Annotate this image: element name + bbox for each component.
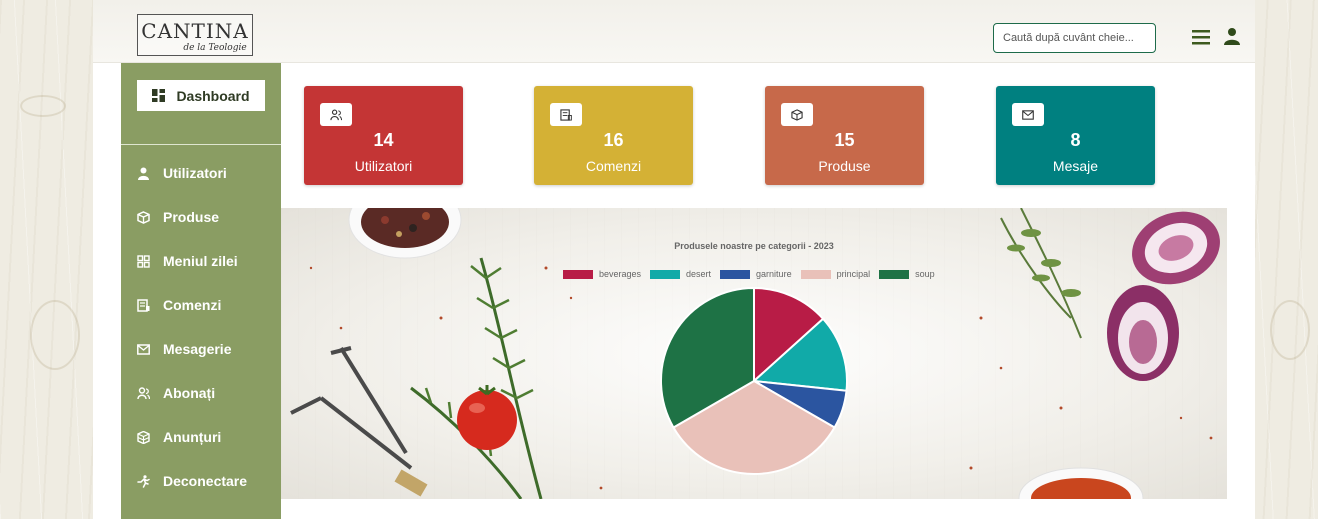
users-icon xyxy=(137,386,150,399)
stat-label: Mesaje xyxy=(1052,158,1099,174)
dashboard-label: Dashboard xyxy=(176,87,250,104)
pie-chart[interactable] xyxy=(281,208,1227,499)
running-icon xyxy=(137,474,150,488)
stat-count: 16 xyxy=(603,130,624,150)
sidebar: Dashboard Utilizatori Produse Meniul zil… xyxy=(121,63,281,519)
box-icon xyxy=(137,210,150,224)
menu-icon[interactable] xyxy=(1192,28,1210,46)
receipt-icon xyxy=(137,298,150,312)
stat-count: 8 xyxy=(1070,130,1081,150)
stat-card-produse[interactable]: 15 Produse xyxy=(765,86,924,185)
logo-title: CANTINA xyxy=(141,19,249,43)
wood-knot xyxy=(20,95,66,117)
sidebar-item-meniul-zilei[interactable]: Meniul zilei xyxy=(137,249,238,273)
cantina-logo[interactable]: CANTINA de la Teologie xyxy=(137,14,253,56)
stat-label: Utilizatori xyxy=(354,158,413,174)
sidebar-item-label: Deconectare xyxy=(163,473,248,489)
envelope-icon xyxy=(137,343,150,355)
wood-knot xyxy=(1270,300,1310,360)
grid-icon xyxy=(137,254,150,268)
chart-banner: Produsele noastre pe categorii - 2023 be… xyxy=(281,208,1227,499)
sidebar-item-mesagerie[interactable]: Mesagerie xyxy=(137,337,231,361)
user-icon[interactable] xyxy=(1223,27,1241,45)
sidebar-item-label: Comenzi xyxy=(163,297,222,313)
user-icon xyxy=(138,167,149,180)
sidebar-item-label: Utilizatori xyxy=(163,165,227,181)
top-header: CANTINA de la Teologie xyxy=(93,0,1255,63)
users-icon xyxy=(320,103,352,126)
wood-knot xyxy=(30,300,80,370)
sidebar-item-label: Abonați xyxy=(163,385,216,401)
dashboard-icon xyxy=(152,89,166,102)
sidebar-divider xyxy=(121,144,281,145)
envelope-icon xyxy=(1012,103,1044,126)
search-input[interactable] xyxy=(993,23,1156,53)
stat-count: 15 xyxy=(834,130,855,150)
dashboard-button[interactable]: Dashboard xyxy=(137,80,265,111)
receipt-icon xyxy=(550,103,582,126)
sidebar-item-label: Meniul zilei xyxy=(163,253,238,269)
box-icon xyxy=(781,103,813,126)
stat-count: 14 xyxy=(373,130,394,150)
stat-card-mesaje[interactable]: 8 Mesaje xyxy=(996,86,1155,185)
stat-card-utilizatori[interactable]: 14 Utilizatori xyxy=(304,86,463,185)
boxes-icon xyxy=(137,430,150,444)
sidebar-item-label: Anunțuri xyxy=(163,429,222,445)
sidebar-item-anunturi[interactable]: Anunțuri xyxy=(137,425,221,449)
dashboard-page: CANTINA de la Teologie Dashboard xyxy=(93,0,1255,519)
sidebar-item-label: Produse xyxy=(163,209,220,225)
sidebar-item-utilizatori[interactable]: Utilizatori xyxy=(137,161,227,185)
logo-subtitle: de la Teologie xyxy=(183,43,247,53)
sidebar-item-deconectare[interactable]: Deconectare xyxy=(137,469,247,493)
stat-card-comenzi[interactable]: 16 Comenzi xyxy=(534,86,693,185)
stat-label: Comenzi xyxy=(585,158,642,174)
stat-label: Produse xyxy=(818,158,871,174)
sidebar-item-produse[interactable]: Produse xyxy=(137,205,219,229)
sidebar-item-abonati[interactable]: Abonați xyxy=(137,381,215,405)
sidebar-item-label: Mesagerie xyxy=(163,341,232,357)
sidebar-item-comenzi[interactable]: Comenzi xyxy=(137,293,221,317)
